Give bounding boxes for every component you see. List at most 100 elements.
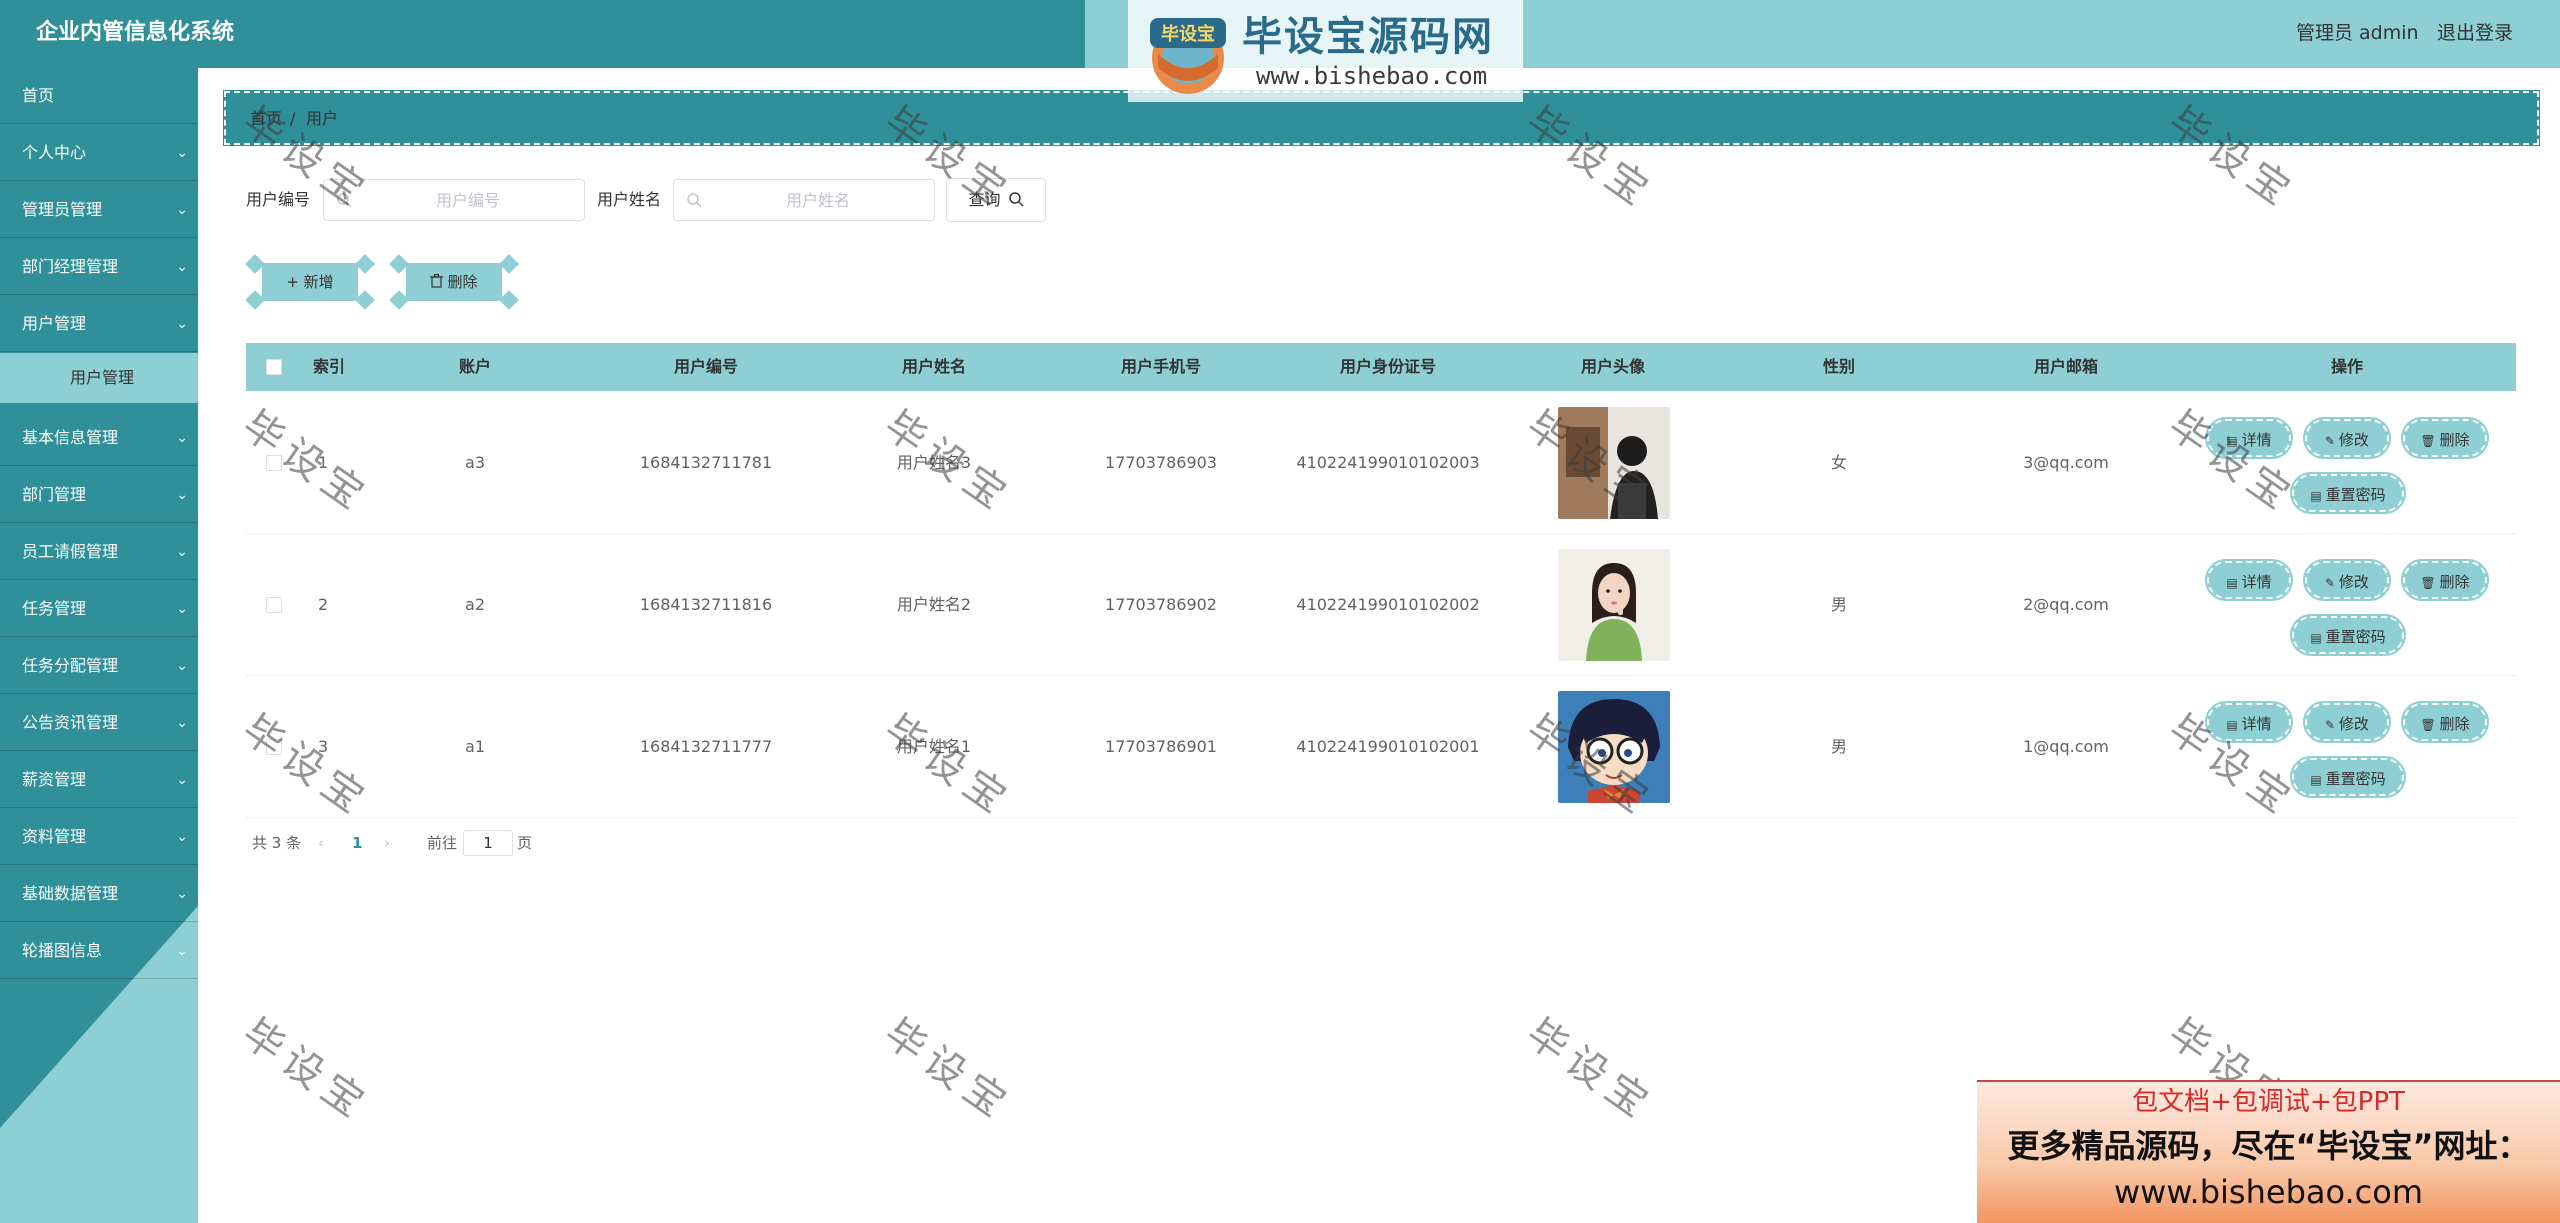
chevron-down-icon: ⌄ xyxy=(176,145,188,161)
sidebar-item[interactable]: 部门经理管理 ⌄ xyxy=(0,239,198,295)
trash-icon: 🗑 xyxy=(2420,718,2440,732)
row-button-label: 删除 xyxy=(2439,573,2470,591)
sidebar-item[interactable]: 员工请假管理 ⌄ xyxy=(0,524,198,580)
chevron-down-icon: ⌄ xyxy=(176,715,188,731)
sidebar-item[interactable]: 部门管理 ⌄ xyxy=(0,467,198,523)
sidebar: 首页 个人中心 ⌄ 管理员管理 ⌄ 部门经理管理 ⌄ 用户管理 ⌄ 基本信息管理 ⌄ 部门管理 ⌄ 员工请… xyxy=(0,68,198,1223)
th-email: 用户邮箱 xyxy=(2033,357,2099,376)
next-page-icon[interactable]: › xyxy=(384,832,390,854)
sidebar-item-label: 轮播图信息 xyxy=(22,941,103,960)
breadcrumb-separator: / xyxy=(290,109,296,128)
chevron-down-icon: ⌄ xyxy=(176,259,188,275)
trash-icon: 🗑 xyxy=(2420,576,2440,590)
sidebar-item[interactable]: 薪资管理 ⌄ xyxy=(0,752,198,808)
cell-index: 3 xyxy=(318,737,329,756)
sidebar-subitem-user-management[interactable]: 用户管理 xyxy=(0,353,198,403)
promo-line-2: 更多精品源码，尽在“毕设宝”网址： xyxy=(2007,1127,2530,1165)
search-icon xyxy=(337,193,352,208)
cell-email: 3@qq.com xyxy=(2023,453,2109,472)
sidebar-item[interactable]: 任务分配管理 ⌄ xyxy=(0,638,198,694)
row-reset-password-button[interactable]: ▤ 重置密码 xyxy=(2290,472,2406,514)
row-edit-button[interactable]: ✎ 修改 xyxy=(2303,701,2391,743)
sidebar-item[interactable]: 管理员管理 ⌄ xyxy=(0,182,198,238)
sidebar-item[interactable]: 任务管理 ⌄ xyxy=(0,581,198,637)
table-row: 1 a3 1684132711781 用户姓名3 17703786903 41022419… xyxy=(246,392,2516,534)
logout-link[interactable]: 退出登录 xyxy=(2437,20,2513,46)
cell-account: a2 xyxy=(465,595,485,614)
row-reset-password-button[interactable]: ▤ 重置密码 xyxy=(2290,756,2406,798)
cell-name: 用户姓名2 xyxy=(896,595,972,614)
row-checkbox[interactable] xyxy=(266,739,282,755)
search-field-code[interactable] xyxy=(323,179,585,221)
document-icon: ▤ xyxy=(2310,631,2326,645)
sidebar-item[interactable]: 用户管理 ⌄ xyxy=(0,296,198,352)
row-reset-password-button[interactable]: ▤ 重置密码 xyxy=(2290,614,2406,656)
trash-icon: 🗑 xyxy=(2420,434,2440,448)
sidebar-item[interactable]: 公告资讯管理 ⌄ xyxy=(0,695,198,751)
sidebar-item[interactable]: 轮播图信息 ⌄ xyxy=(0,923,198,979)
watermark-text: 毕设宝 xyxy=(875,1010,1021,1131)
cell-phone: 17703786901 xyxy=(1105,737,1217,756)
row-detail-button[interactable]: ▤ 详情 xyxy=(2205,701,2293,743)
th-gender: 性别 xyxy=(1822,357,1856,376)
chevron-down-icon: ⌄ xyxy=(176,544,188,560)
search-input-code[interactable] xyxy=(358,186,578,214)
row-edit-button[interactable]: ✎ 修改 xyxy=(2303,417,2391,459)
sidebar-item[interactable]: 基本信息管理 ⌄ xyxy=(0,410,198,466)
search-field-name[interactable] xyxy=(673,179,935,221)
admin-label: 管理员 admin xyxy=(2296,22,2419,44)
chevron-down-icon: ⌄ xyxy=(176,943,188,959)
sidebar-item[interactable]: 资料管理 ⌄ xyxy=(0,809,198,865)
row-edit-button[interactable]: ✎ 修改 xyxy=(2303,559,2391,601)
search-icon xyxy=(687,193,702,208)
prev-page-icon[interactable]: ‹ xyxy=(318,832,324,854)
cell-account: a3 xyxy=(465,453,485,472)
select-all-checkbox[interactable] xyxy=(266,359,282,375)
row-button-label: 详情 xyxy=(2241,431,2272,449)
watermark-text: 毕设宝 xyxy=(1517,1010,1663,1131)
sidebar-item-label: 公告资讯管理 xyxy=(22,713,119,732)
document-icon: ▤ xyxy=(2226,576,2242,590)
page-number-current[interactable]: 1 xyxy=(352,832,362,854)
row-detail-button[interactable]: ▤ 详情 xyxy=(2205,559,2293,601)
row-button-label: 重置密码 xyxy=(2325,628,2386,646)
trash-icon xyxy=(430,274,444,288)
sidebar-item[interactable]: 基础数据管理 ⌄ xyxy=(0,866,198,922)
chevron-down-icon: ⌄ xyxy=(176,487,188,503)
row-button-label: 重置密码 xyxy=(2325,486,2386,504)
row-checkbox[interactable] xyxy=(266,455,282,471)
sidebar-item-label: 首页 xyxy=(22,86,55,105)
add-button[interactable]: + 新增 xyxy=(262,263,358,301)
th-avatar: 用户头像 xyxy=(1580,357,1646,376)
chevron-down-icon: ⌄ xyxy=(176,829,188,845)
sidebar-item[interactable]: 个人中心 ⌄ xyxy=(0,125,198,181)
delete-button[interactable]: 删除 xyxy=(406,263,502,301)
row-detail-button[interactable]: ▤ 详情 xyxy=(2205,417,2293,459)
goto-page-input[interactable]: 1 xyxy=(463,830,513,856)
query-button[interactable]: 查询 xyxy=(946,178,1046,222)
table-row: 3 a1 1684132711777 用户姓名1 17703786901 41022419… xyxy=(246,676,2516,818)
sidebar-item-label: 部门经理管理 xyxy=(22,257,119,276)
pagination-total: 共 3 条 xyxy=(252,834,302,852)
breadcrumb-home[interactable]: 首页 xyxy=(250,108,282,130)
app-title: 企业内管信息化系统 xyxy=(36,20,235,45)
row-delete-button[interactable]: 🗑 删除 xyxy=(2401,559,2489,601)
th-id-card: 用户身份证号 xyxy=(1339,357,1437,376)
cell-phone: 17703786902 xyxy=(1105,595,1217,614)
cell-index: 2 xyxy=(318,595,329,614)
sidebar-item[interactable]: 首页 xyxy=(0,68,198,124)
cell-email: 2@qq.com xyxy=(2023,595,2109,614)
edit-icon: ✎ xyxy=(2325,434,2339,448)
row-button-label: 修改 xyxy=(2338,431,2369,449)
th-account: 账户 xyxy=(458,357,492,376)
breadcrumb-current: 用户 xyxy=(306,109,339,128)
cell-name: 用户姓名1 xyxy=(896,737,972,756)
watermark-logo-banner: 毕设宝 毕设宝源码网 www.bishebao.com xyxy=(1128,0,1523,102)
chevron-down-icon: ⌄ xyxy=(176,430,188,446)
edit-icon: ✎ xyxy=(2325,576,2339,590)
row-delete-button[interactable]: 🗑 删除 xyxy=(2401,417,2489,459)
row-delete-button[interactable]: 🗑 删除 xyxy=(2401,701,2489,743)
search-input-name[interactable] xyxy=(708,186,928,214)
row-checkbox[interactable] xyxy=(266,597,282,613)
cell-gender: 男 xyxy=(1830,737,1848,756)
